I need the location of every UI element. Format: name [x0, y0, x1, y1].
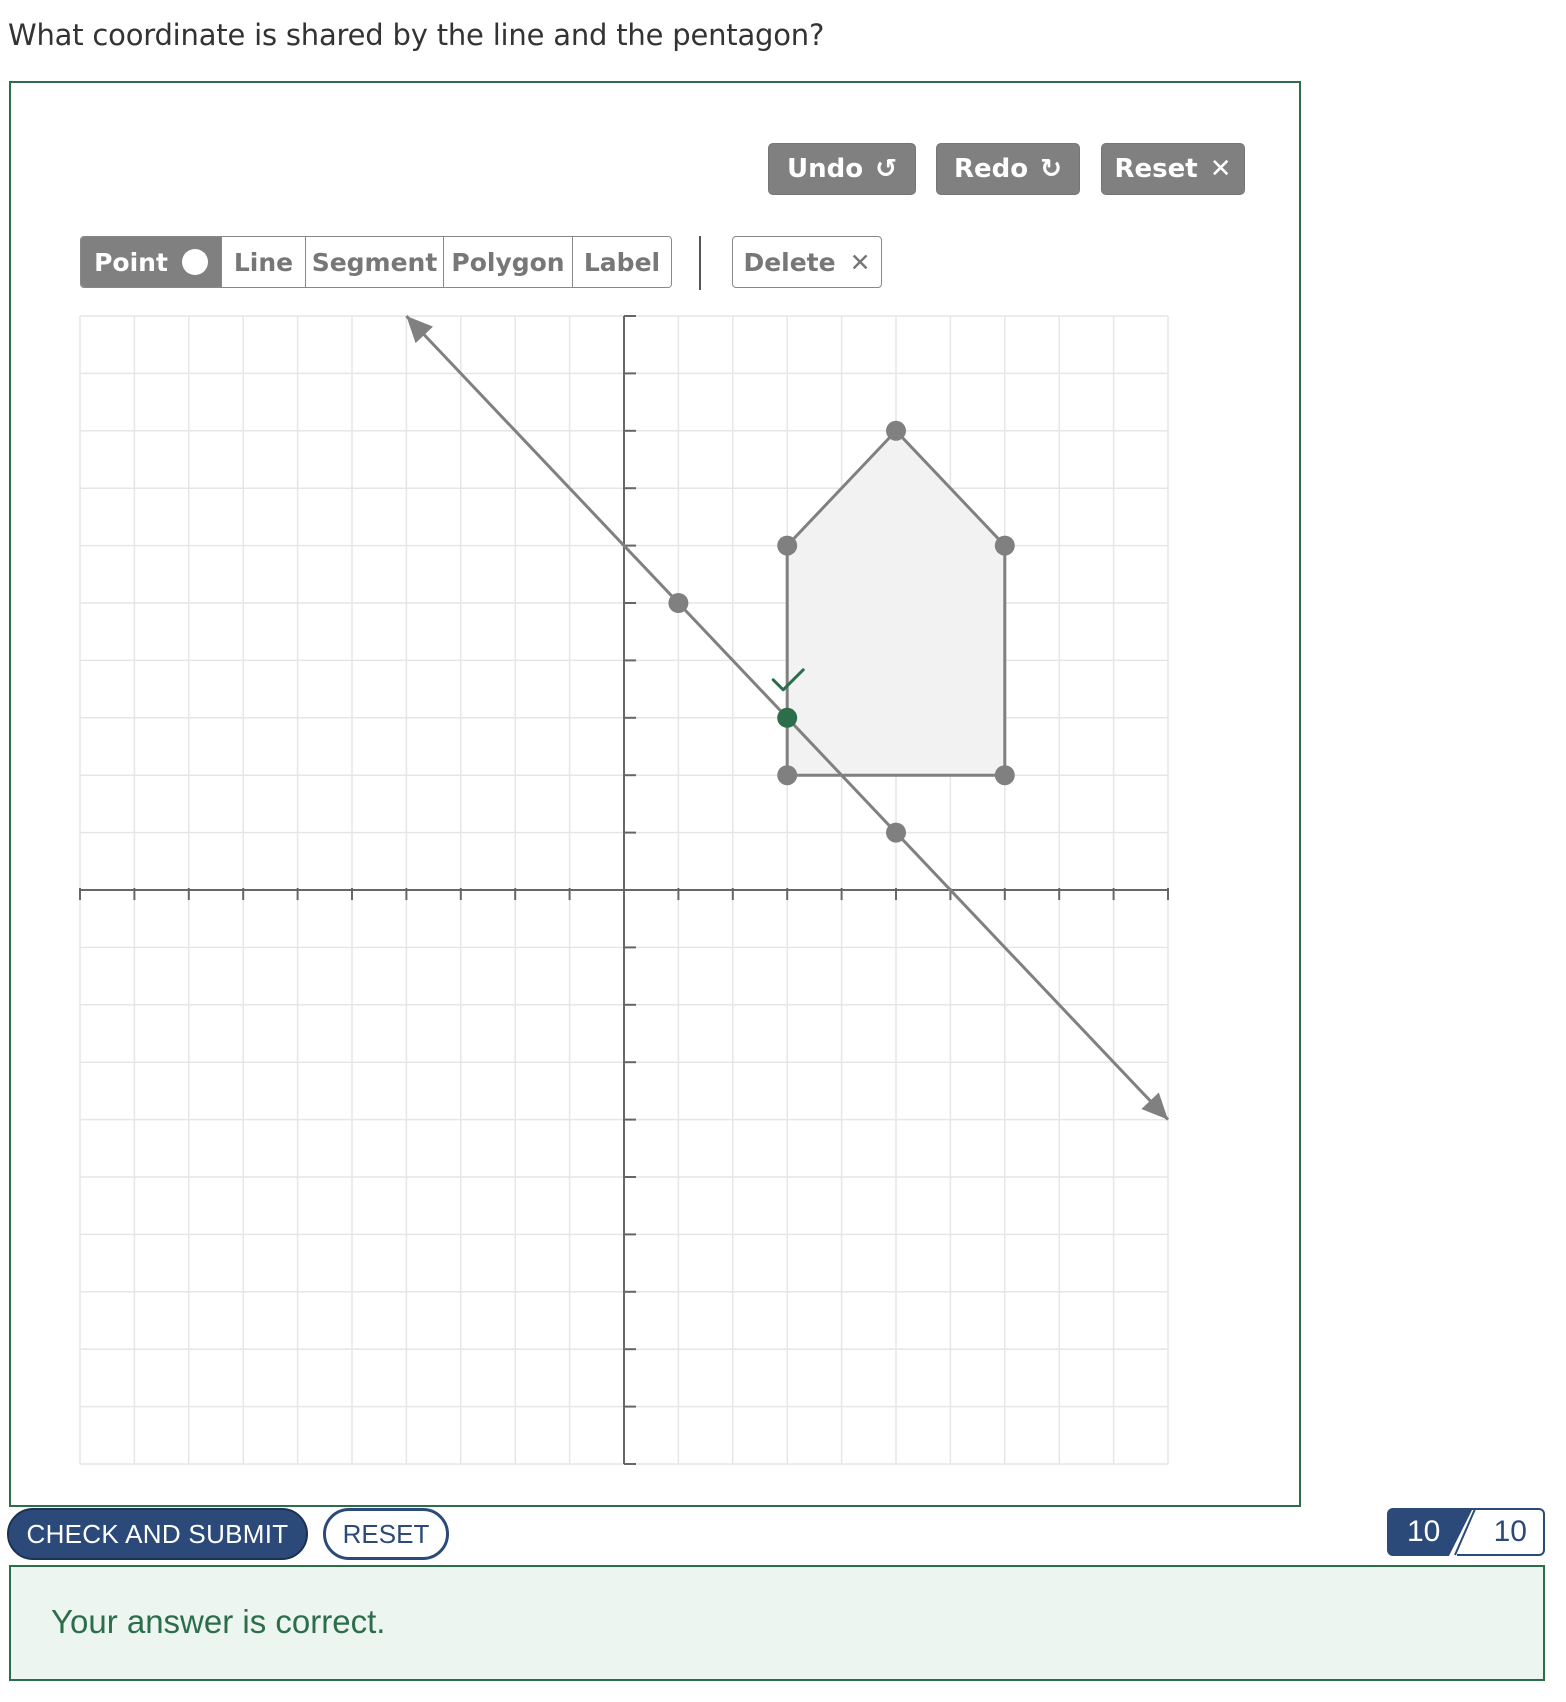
pentagon-vertex: [994, 765, 1015, 786]
answer-point[interactable]: [777, 707, 798, 728]
pentagon-vertex: [994, 535, 1015, 556]
pentagon-vertex: [886, 420, 906, 441]
pentagon-vertex: [777, 765, 798, 786]
coordinate-graph[interactable]: [0, 0, 1566, 1702]
pentagon-shape[interactable]: [785, 428, 1007, 777]
line-point: [668, 593, 689, 613]
line-point: [886, 822, 906, 843]
feedback-panel: Your answer is correct.: [9, 1565, 1545, 1681]
feedback-text: Your answer is correct.: [51, 1603, 386, 1640]
pentagon-vertex: [777, 535, 798, 556]
score-divider: [1454, 1508, 1476, 1556]
check-and-submit-button[interactable]: CHECK AND SUBMIT: [7, 1508, 308, 1560]
reset-button[interactable]: RESET: [323, 1508, 449, 1560]
score-badge: 10 10: [1387, 1508, 1545, 1556]
